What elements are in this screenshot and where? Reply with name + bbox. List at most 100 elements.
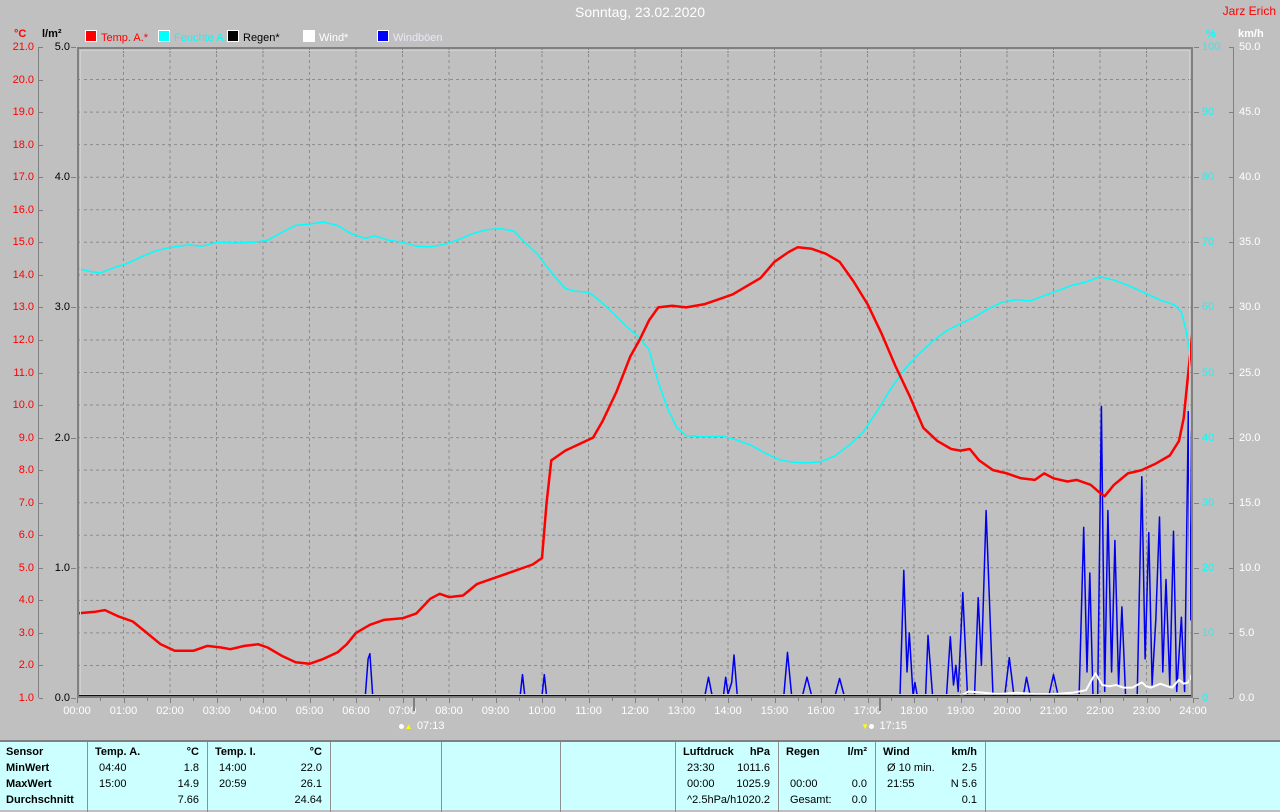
station-owner-label: Jarz Erich — [1222, 4, 1276, 18]
hour-tick-label: 11:00 — [575, 705, 602, 717]
tick-mark — [39, 502, 43, 504]
tick-mark — [867, 698, 869, 703]
temp-tick-label: 20.0 — [12, 73, 34, 86]
tick-mark — [39, 274, 43, 276]
tick-mark — [1229, 307, 1233, 309]
rain-tick-label: 1.0 — [54, 561, 70, 574]
temp-tick-label: 1.0 — [18, 692, 34, 704]
chart-plot-area — [77, 47, 1193, 698]
stats-row-label: MaxWert — [6, 778, 52, 790]
stats-cell-value: 22.0 — [300, 762, 322, 774]
tick-mark — [1194, 242, 1199, 244]
tick-mark — [588, 698, 590, 703]
stats-cell-value: 1020.2 — [736, 794, 770, 806]
tick-mark — [1030, 698, 1032, 701]
temp-axis-unit: °C — [14, 28, 27, 40]
chart-canvas — [77, 47, 1193, 698]
tick-mark — [937, 698, 939, 701]
stats-col-unit: km/h — [951, 746, 977, 758]
humidity-tick-label: 50 — [1202, 366, 1215, 379]
legend-label: Temp. A.* — [101, 32, 149, 44]
tick-mark — [1194, 437, 1199, 439]
wind-tick-label: 5.0 — [1239, 626, 1255, 639]
temp-tick-label: 17.0 — [12, 171, 34, 184]
stats-cell-value: 1025.9 — [736, 778, 770, 790]
tick-mark — [844, 698, 846, 701]
tick-mark — [1229, 112, 1233, 114]
legend-label: Wind* — [319, 32, 349, 44]
humidity-tick-label: 80 — [1202, 171, 1215, 184]
tick-mark — [1146, 698, 1148, 703]
temp-tick-label: 11.0 — [13, 366, 34, 379]
tick-mark — [1194, 307, 1199, 309]
temp-tick-label: 18.0 — [12, 138, 34, 151]
hour-tick-label: 21:00 — [1039, 705, 1068, 717]
tick-mark — [39, 242, 43, 244]
tick-mark — [39, 112, 43, 114]
tick-mark — [123, 698, 125, 703]
tick-mark — [774, 698, 776, 703]
rain-tick-label: 4.0 — [54, 171, 70, 184]
wind-axis-line — [1233, 47, 1234, 698]
tick-mark — [542, 698, 543, 703]
temp-tick-label: 16.0 — [12, 203, 34, 216]
legend-label: Feuchte A.* — [174, 32, 231, 44]
tick-mark — [39, 79, 43, 81]
tick-mark — [983, 698, 985, 701]
tick-mark — [472, 698, 474, 701]
tick-mark — [1194, 47, 1199, 48]
tick-mark — [1007, 698, 1008, 703]
humidity-tick-label: 60 — [1202, 301, 1215, 314]
legend-swatch-icon — [377, 30, 389, 42]
legend-swatch-icon — [85, 30, 97, 42]
stats-cell-value: 0.1 — [961, 794, 977, 806]
tick-mark — [71, 437, 76, 439]
hour-tick-label: 12:00 — [621, 705, 649, 717]
tick-mark — [39, 372, 43, 374]
tick-mark — [412, 698, 415, 711]
tick-mark — [100, 698, 102, 701]
hour-tick-label: 09:00 — [481, 705, 510, 717]
tick-mark — [728, 698, 729, 703]
tick-mark — [1229, 177, 1233, 179]
hour-tick-label: 15:00 — [760, 705, 789, 717]
temp-tick-label: 8.0 — [18, 464, 34, 477]
tick-mark — [1194, 112, 1199, 114]
wind-tick-label: 35.0 — [1239, 236, 1261, 249]
sunrise-marker: ▲ 07:13 — [398, 716, 444, 734]
tick-mark — [263, 698, 264, 703]
humidity-tick-label: 10 — [1202, 626, 1215, 639]
temp-tick-label: 4.0 — [18, 594, 34, 607]
rain-axis-unit: l/m² — [42, 28, 62, 40]
sunset-marker: ▼ 17:15 — [861, 716, 907, 734]
tick-mark — [1053, 698, 1055, 703]
stats-table: Sensor MinWert MaxWert Durchschnitt Temp. A.… — [0, 740, 1280, 812]
temp-tick-label: 6.0 — [18, 529, 34, 542]
wind-axis-unit: km/h — [1238, 28, 1264, 40]
series-windb-en — [77, 405, 1193, 697]
humidity-tick-label: 20 — [1202, 561, 1215, 574]
wind-tick-label: 40.0 — [1239, 171, 1261, 184]
hour-tick-label: 02:00 — [156, 705, 184, 717]
stats-col-unit: °C — [309, 746, 322, 758]
tick-mark — [1229, 242, 1233, 244]
stats-cell-value: 0.0 — [851, 794, 867, 806]
hour-tick-label: 04:00 — [249, 705, 277, 717]
tick-mark — [39, 470, 43, 472]
temp-tick-label: 5.0 — [18, 561, 34, 574]
tick-mark — [821, 698, 822, 703]
tick-mark — [1076, 698, 1078, 701]
tick-mark — [518, 698, 520, 701]
tick-mark — [914, 698, 915, 703]
weather-station-window: { "header": { "title": "Sonntag, 23.02.2… — [0, 0, 1280, 812]
stats-row-label: MinWert — [6, 762, 50, 774]
stats-cell-value: 2.5 — [961, 762, 977, 774]
tick-mark — [71, 47, 76, 48]
sunrise-sun-icon — [398, 724, 404, 729]
tick-mark — [1229, 47, 1233, 48]
tick-mark — [146, 698, 148, 701]
tick-mark — [635, 698, 636, 703]
hour-tick-label: 24:00 — [1179, 705, 1207, 717]
temp-tick-label: 21.0 — [12, 41, 34, 53]
sunset-arrow-icon: ▼ — [861, 722, 870, 731]
